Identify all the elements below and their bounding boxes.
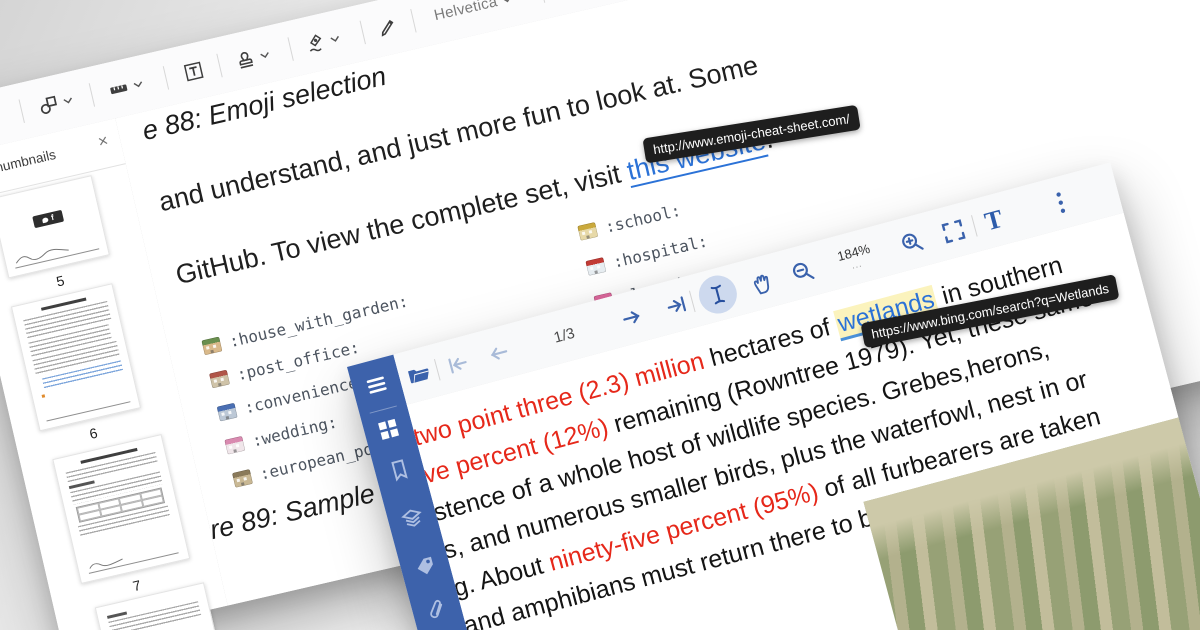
attachments-icon[interactable] xyxy=(424,596,449,622)
tags-icon[interactable] xyxy=(412,553,439,580)
thumbnails-view-icon[interactable] xyxy=(375,416,402,443)
toolbar-divider xyxy=(688,290,696,313)
thumbnail-page-5[interactable]: f xyxy=(0,175,110,279)
toolbar-divider xyxy=(433,358,441,381)
fullscreen-icon[interactable] xyxy=(939,217,968,246)
emoji-code: :house_with_garden: xyxy=(227,291,410,352)
zoom-in-icon[interactable] xyxy=(897,228,926,257)
emoji-row: :school: xyxy=(577,201,683,243)
toolbar-divider xyxy=(287,37,294,61)
chevron-down-icon xyxy=(502,0,512,2)
page-indicator: 1/3 xyxy=(552,324,577,347)
text-tool-icon[interactable]: T xyxy=(982,204,1006,237)
chevron-down-icon xyxy=(63,97,72,103)
next-page-icon[interactable] xyxy=(618,305,646,331)
zoom-menu-dots: ... xyxy=(850,258,864,271)
zoom-out-icon[interactable] xyxy=(788,257,817,286)
thumbnail-page-7[interactable] xyxy=(52,434,191,584)
previous-page-icon[interactable] xyxy=(484,341,512,367)
toolbar-divider xyxy=(971,215,978,237)
emoji-code: :school: xyxy=(603,200,683,237)
thumbnail-page-number: 7 xyxy=(131,576,143,595)
convenience-store-icon xyxy=(216,402,238,422)
thumbnail-page-number: 6 xyxy=(87,424,100,442)
thumbnail-page-8[interactable] xyxy=(94,582,218,630)
toolbar-divider xyxy=(359,20,366,45)
layers-icon[interactable] xyxy=(399,505,426,532)
bookmarks-icon[interactable] xyxy=(387,457,412,483)
figure-caption: re 89: Sample xyxy=(207,478,378,546)
stamp-icon[interactable] xyxy=(233,44,272,71)
emoji-row: :house_with_garden: xyxy=(201,291,410,357)
sidebar-divider xyxy=(369,405,397,414)
overflow-menu-icon[interactable] xyxy=(1054,190,1068,215)
zoom-level[interactable]: 184% ... xyxy=(830,240,881,275)
toolbar-divider xyxy=(18,99,25,123)
toolbar-divider xyxy=(410,8,417,33)
open-file-icon[interactable] xyxy=(405,362,433,388)
facebook-icon: f xyxy=(50,212,55,223)
text-box-icon[interactable] xyxy=(182,59,206,83)
ink-pen-icon[interactable] xyxy=(304,28,343,55)
chevron-down-icon xyxy=(260,51,269,58)
hand-tool-icon[interactable] xyxy=(747,268,776,297)
desktop-background: Helvetica Thumbnails × f 5 6 7 e 88: Emo… xyxy=(0,0,1200,630)
chevron-down-icon xyxy=(330,35,339,42)
close-icon[interactable]: × xyxy=(96,131,110,153)
thumbnail-page-6[interactable] xyxy=(10,283,142,432)
chevron-down-icon xyxy=(133,80,143,87)
thumbnails-panel-title: Thumbnails xyxy=(0,146,58,178)
emoji-code: :wedding: xyxy=(250,412,340,451)
post-office-icon xyxy=(209,369,231,389)
shapes-icon[interactable] xyxy=(37,90,76,117)
wedding-icon xyxy=(224,435,246,455)
font-selector[interactable]: Helvetica xyxy=(432,0,514,24)
first-page-icon[interactable] xyxy=(444,351,472,377)
toolbar-divider xyxy=(88,83,96,107)
thumbnail-page-number: 5 xyxy=(54,272,66,290)
house-with-garden-icon xyxy=(201,336,223,356)
social-icons-thumb: f xyxy=(32,209,65,229)
signature-squiggle xyxy=(16,248,69,264)
pen-icon[interactable] xyxy=(376,15,400,39)
measure-icon[interactable] xyxy=(107,73,146,100)
school-icon xyxy=(577,222,599,241)
european-post-office-icon xyxy=(232,469,253,488)
twitter-icon xyxy=(41,216,49,223)
toolbar-divider xyxy=(538,0,546,3)
font-selector-value: Helvetica xyxy=(432,0,500,25)
text-select-tool-icon[interactable] xyxy=(694,271,742,318)
hospital-icon xyxy=(585,257,607,276)
menu-icon[interactable] xyxy=(364,373,390,396)
toolbar-divider xyxy=(162,66,170,90)
last-page-icon[interactable] xyxy=(662,293,690,319)
emoji-code: :hospital: xyxy=(611,231,710,272)
toolbar-divider xyxy=(216,53,223,78)
